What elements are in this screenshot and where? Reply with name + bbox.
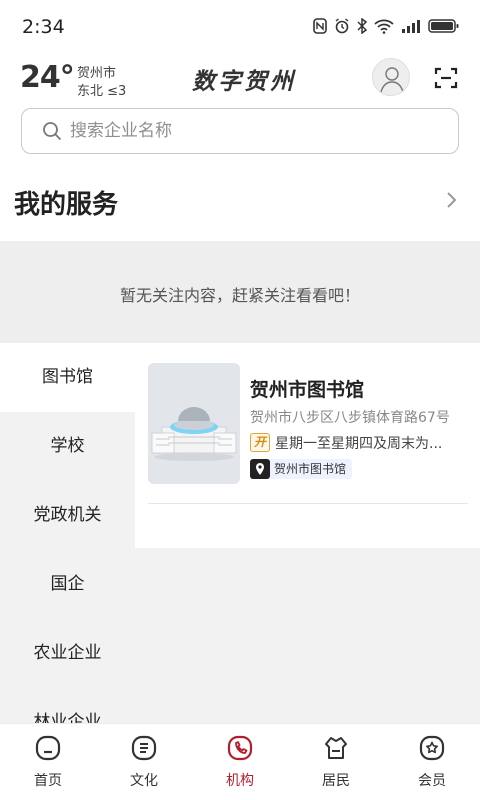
divider [148,503,468,504]
hours-text: 星期一至星期四及周末为... [275,436,443,452]
bottom-nav: 首页 文化 机构 居民 会员 [0,723,480,800]
weather-wind: 东北 ≤3 [77,84,127,99]
search-icon [43,122,62,141]
nav-member-label: 会员 [418,773,446,789]
opening-hours: 开 星期一至星期四及周末为... [250,433,468,453]
location-tag-label: 贺州市图书馆 [274,462,347,476]
category-item-library[interactable]: 图书馆 [0,343,135,412]
app-title: 数字贺州 [192,68,296,95]
nav-institution-label: 机构 [226,773,254,789]
member-icon [419,735,445,761]
wifi-icon [374,19,394,34]
category-item-school[interactable]: 学校 [0,412,135,481]
search-bar[interactable] [21,108,459,154]
weather-temperature: 24° [20,60,75,95]
culture-icon [131,735,157,761]
resident-icon [325,737,347,759]
nav-member[interactable]: 会员 [384,734,480,794]
avatar[interactable] [372,58,410,96]
open-badge: 开 [250,433,270,452]
nav-culture[interactable]: 文化 [96,734,192,794]
status-icons [313,18,460,34]
location-pin-icon [250,459,270,479]
nav-resident-label: 居民 [322,773,350,789]
institution-browser: 图书馆 学校 党政机关 国企 农业企业 林业企业 贺州市图书馆 贺州市八步区八步… [0,343,480,723]
home-icon [35,735,61,761]
institution-list: 贺州市图书馆 贺州市八步区八步镇体育路67号 开 星期一至星期四及周末为... … [135,343,480,548]
scan-button[interactable] [434,66,458,90]
category-item-government[interactable]: 党政机关 [0,481,135,550]
category-item-state-enterprise[interactable]: 国企 [0,550,135,619]
institution-address: 贺州市八步区八步镇体育路67号 [250,410,450,426]
list-item[interactable]: 贺州市图书馆 贺州市八步区八步镇体育路67号 开 星期一至星期四及周末为... … [148,363,468,485]
institution-icon [227,735,253,761]
category-item-forestry[interactable]: 林业企业 [0,688,135,723]
library-thumbnail [148,363,240,484]
signal-icon [402,20,420,33]
library-building-image [148,363,240,484]
institution-name: 贺州市图书馆 [250,379,365,401]
bluetooth-icon [357,18,367,34]
app-header: 24° 贺州市 东北 ≤3 数字贺州 [0,54,480,106]
services-title: 我的服务 [14,190,119,220]
nav-home[interactable]: 首页 [0,734,96,794]
battery-icon [428,19,459,33]
nav-home-label: 首页 [34,773,62,789]
nav-institution[interactable]: 机构 [192,734,288,794]
services-more-button[interactable] [440,188,462,212]
nfc-icon [313,18,327,34]
location-tag[interactable]: 贺州市图书馆 [250,459,353,479]
chevron-right-icon [447,192,457,208]
status-bar: 2:34 [0,0,480,52]
category-sidebar: 图书馆 学校 党政机关 国企 农业企业 林业企业 [0,343,135,723]
empty-state-text: 暂无关注内容，赶紧关注看看吧！ [119,286,360,305]
nav-culture-label: 文化 [130,773,158,789]
weather-city: 贺州市 [77,66,117,81]
services-empty-state: 暂无关注内容，赶紧关注看看吧！ [0,241,480,343]
nav-resident[interactable]: 居民 [288,734,384,794]
search-input[interactable] [70,109,440,153]
status-time: 2:34 [22,16,65,38]
alarm-icon [335,18,349,34]
scan-icon [434,67,458,89]
category-item-agriculture[interactable]: 农业企业 [0,619,135,688]
user-avatar-icon [380,67,404,93]
